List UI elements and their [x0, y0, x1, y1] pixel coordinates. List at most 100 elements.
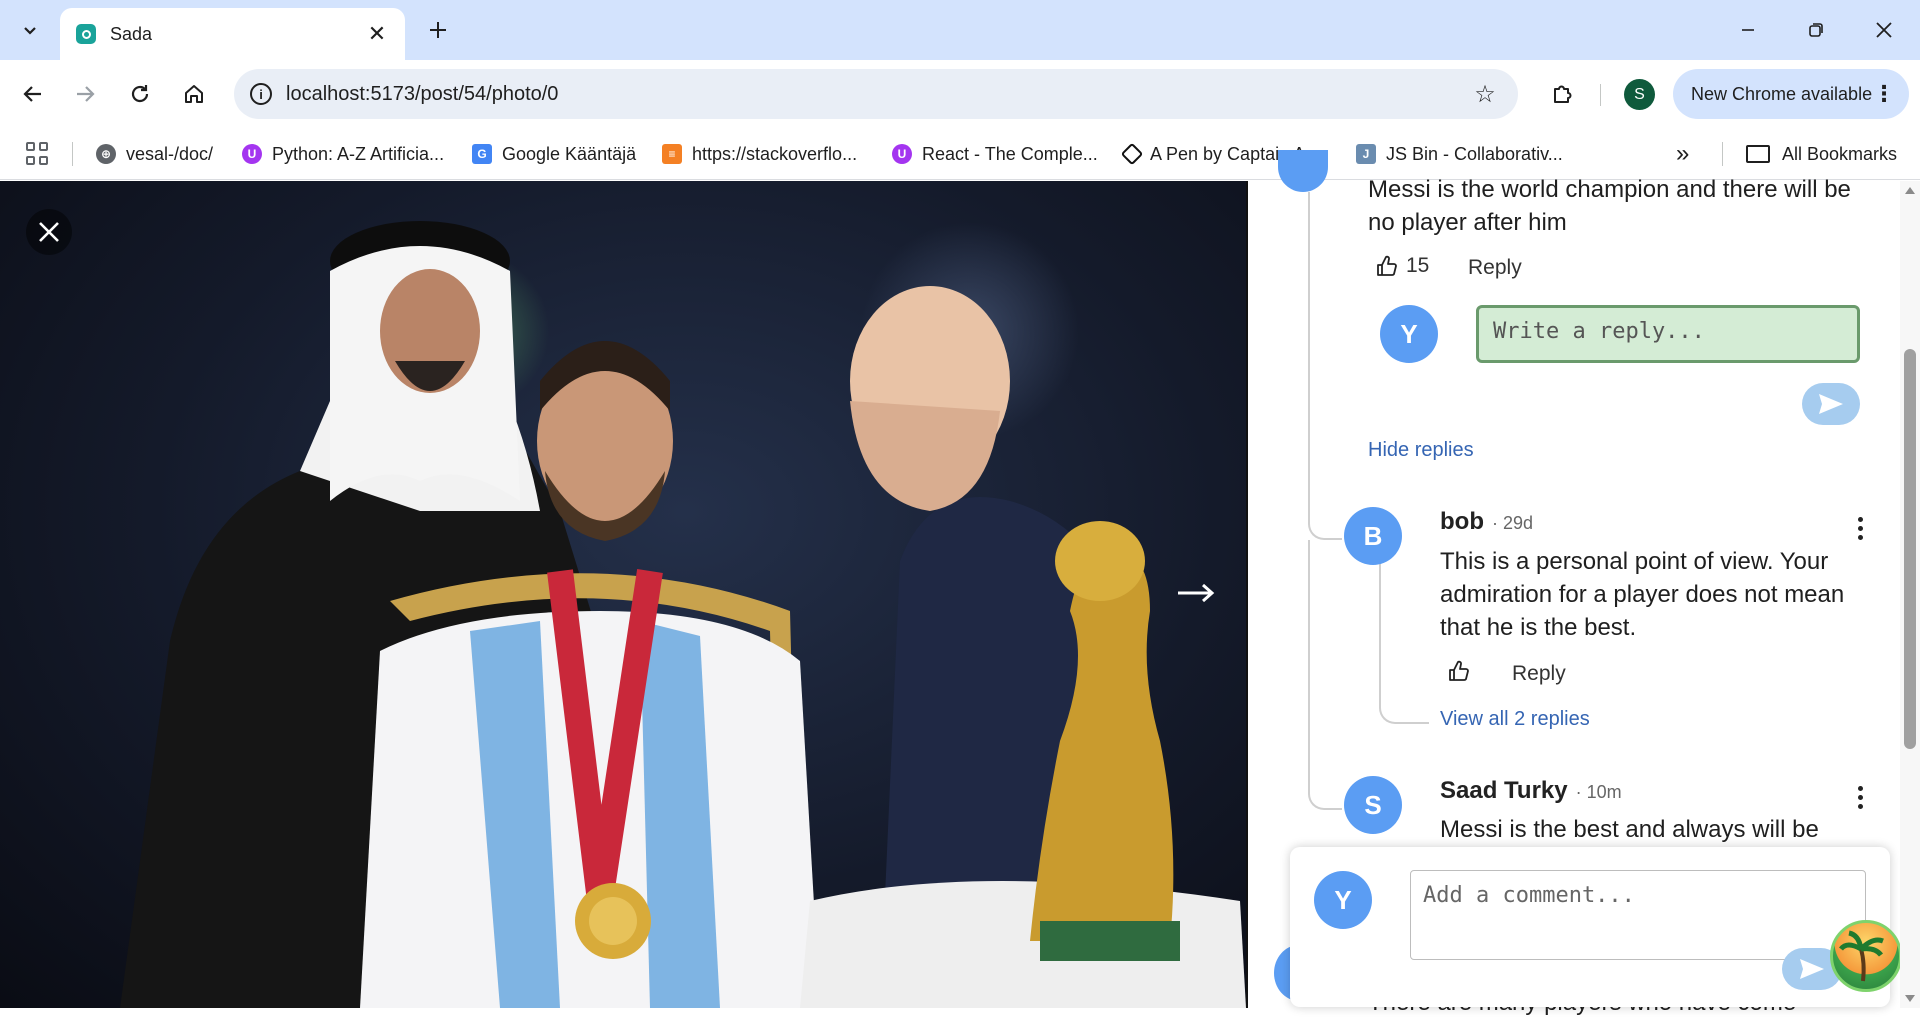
profile-avatar[interactable]: S [1624, 79, 1655, 110]
bookmark-item[interactable]: J JS Bin - Collaborativ... [1356, 138, 1563, 170]
view-replies-link[interactable]: View all 2 replies [1440, 708, 1590, 731]
tab-search-button[interactable] [10, 11, 50, 49]
reply-button[interactable]: Reply [1512, 662, 1566, 686]
restore-icon [1809, 23, 1823, 37]
send-icon [1819, 394, 1843, 414]
browser-tab[interactable]: Sada ✕ [60, 8, 405, 60]
thread-connector [1379, 560, 1429, 724]
bookmark-item[interactable]: G Google Kääntäjä [472, 138, 636, 170]
close-viewer-button[interactable] [26, 209, 72, 255]
bookmark-item[interactable]: U Python: A-Z Artificia... [242, 138, 444, 170]
folder-icon [1746, 145, 1770, 163]
bookmark-star-icon[interactable]: ☆ [1470, 80, 1500, 109]
comment-author[interactable]: Saad Turky [1440, 777, 1568, 805]
bookmark-item[interactable]: U React - The Comple... [892, 138, 1098, 170]
bookmark-item[interactable]: ≡ https://stackoverflo... [662, 138, 857, 170]
tab-strip: Sada ✕ [0, 0, 1920, 60]
all-bookmarks-button[interactable]: All Bookmarks [1746, 138, 1897, 170]
reload-icon [131, 85, 149, 103]
thumbs-up-icon [1449, 660, 1469, 681]
palm-tree-icon [1839, 930, 1884, 982]
more-options-icon[interactable] [1850, 782, 1870, 812]
globe-icon: ⊕ [96, 144, 116, 164]
scroll-up-icon[interactable] [1905, 187, 1915, 194]
like-count: 15 [1406, 254, 1430, 277]
send-reply-button[interactable] [1802, 383, 1860, 425]
composer-user-avatar: Y [1314, 871, 1372, 929]
new-tab-button[interactable] [420, 12, 456, 48]
thread-connector [1308, 192, 1342, 540]
plus-icon [430, 22, 446, 38]
arrow-right-icon [1178, 583, 1215, 603]
comment-avatar: S [1344, 776, 1402, 834]
thread-connector [1308, 540, 1342, 810]
back-button[interactable] [12, 74, 52, 114]
comment-avatar: B [1344, 507, 1402, 565]
bookmark-label: Google Kääntäjä [502, 143, 637, 164]
scroll-thumb[interactable] [1904, 349, 1916, 749]
codepen-icon [1120, 142, 1144, 166]
reply-input[interactable]: Write a reply... [1476, 305, 1860, 363]
chevron-down-icon [24, 27, 36, 35]
comment-text: that he is the best. [1440, 614, 1637, 641]
comment-header: Saad Turky · 10m [1440, 777, 1622, 805]
reload-button[interactable] [120, 74, 160, 114]
tab-close-icon[interactable]: ✕ [365, 21, 389, 47]
chrome-update-button[interactable]: New Chrome available ⋮ [1673, 69, 1909, 119]
address-bar[interactable]: i localhost:5173/post/54/photo/0 ☆ [234, 69, 1518, 119]
comment-header: bob · 29d [1440, 508, 1533, 536]
udemy-icon: U [892, 144, 912, 164]
close-icon [1876, 22, 1892, 38]
arrow-left-icon [23, 86, 41, 102]
jsbin-icon: J [1356, 144, 1376, 164]
bookmark-item[interactable]: ⊕ vesal-/doc/ [96, 138, 213, 170]
restore-button[interactable] [1786, 10, 1846, 50]
browser-toolbar: i localhost:5173/post/54/photo/0 ☆ S New… [0, 60, 1920, 128]
menu-dots-icon[interactable]: ⋮ [1873, 81, 1895, 107]
home-icon [185, 85, 203, 103]
forward-button[interactable] [66, 74, 106, 114]
extensions-button[interactable] [1542, 74, 1582, 114]
comment-text: admiration for a player does not mean [1440, 581, 1845, 608]
bookmark-label: Python: A-Z Artificia... [272, 143, 445, 164]
site-info-icon[interactable]: i [250, 83, 272, 105]
bookmark-label: vesal-/doc/ [126, 143, 214, 164]
scroll-down-icon[interactable] [1905, 995, 1915, 1002]
close-icon [39, 222, 59, 242]
comments-scrollbar[interactable] [1900, 181, 1920, 1008]
photo-viewer [0, 181, 1246, 1008]
comment-author[interactable]: bob [1440, 508, 1484, 536]
hide-replies-link[interactable]: Hide replies [1368, 439, 1474, 462]
more-options-icon[interactable] [1850, 513, 1870, 543]
like-button[interactable]: 15 [1376, 254, 1429, 278]
more-bookmarks-icon[interactable]: » [1676, 140, 1689, 168]
comment-text: Messi is the world champion and there wi… [1368, 176, 1851, 203]
apps-grid-icon[interactable] [26, 142, 50, 166]
app-logo-icon[interactable] [1830, 920, 1902, 992]
comment-input[interactable]: Add a comment... [1410, 870, 1866, 960]
all-bookmarks-label: All Bookmarks [1782, 143, 1898, 164]
close-window-button[interactable] [1854, 10, 1914, 50]
bookmark-label: React - The Comple... [922, 143, 1098, 164]
minimize-button[interactable] [1718, 10, 1778, 50]
bookmark-label: https://stackoverflo... [692, 143, 858, 164]
comment-text: no player after him [1368, 209, 1567, 236]
home-button[interactable] [174, 74, 214, 114]
bookmarks-divider [1722, 142, 1723, 166]
send-icon [1800, 959, 1824, 979]
update-label: New Chrome available [1691, 83, 1873, 104]
minimize-icon [1742, 29, 1754, 31]
reply-button[interactable]: Reply [1468, 256, 1522, 280]
url-text[interactable]: localhost:5173/post/54/photo/0 [286, 83, 1470, 106]
tab-title: Sada [110, 23, 153, 44]
post-photo [120, 221, 1246, 1008]
stackoverflow-icon: ≡ [662, 144, 682, 164]
comment-text: This is a personal point of view. Your [1440, 548, 1829, 575]
arrow-right-icon [77, 86, 95, 102]
next-photo-button[interactable] [1170, 573, 1222, 613]
puzzle-icon [1554, 85, 1572, 103]
udemy-icon: U [242, 144, 262, 164]
comment-time: · 29d [1491, 513, 1534, 533]
bookmark-label: JS Bin - Collaborativ... [1386, 143, 1563, 164]
like-button[interactable] [1448, 660, 1470, 682]
